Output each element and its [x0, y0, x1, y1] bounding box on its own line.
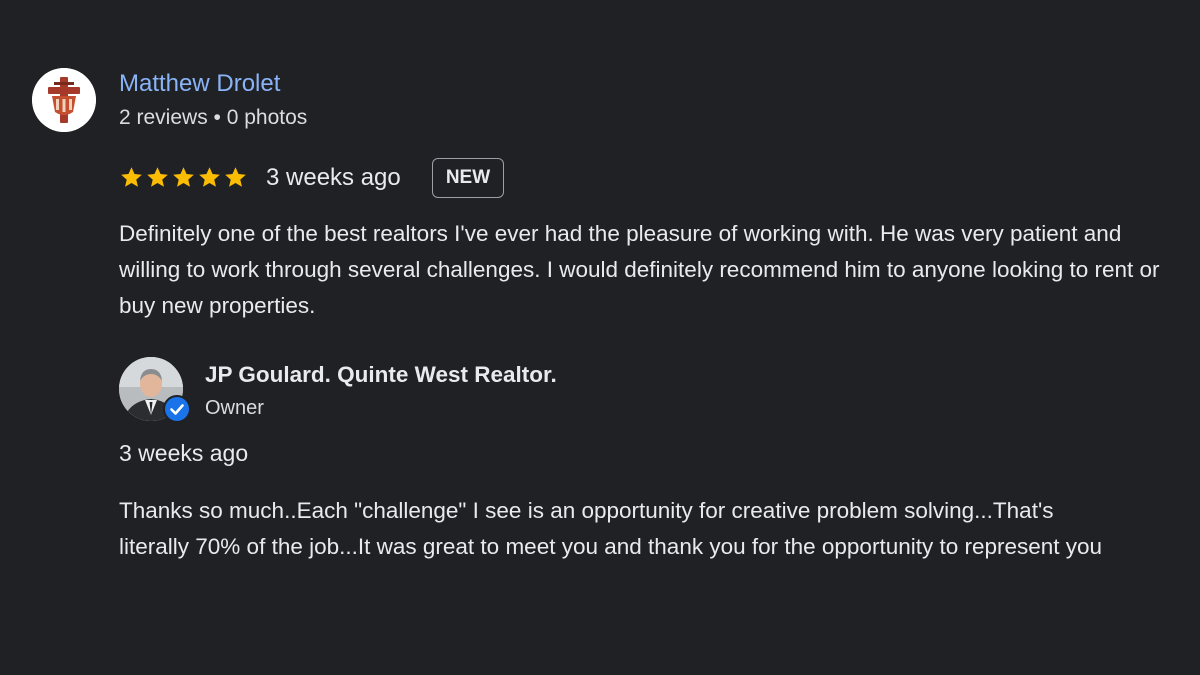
star-icon	[199, 167, 220, 187]
star-icon	[225, 167, 246, 187]
response-time: 3 weeks ago	[119, 440, 249, 466]
review-time: 3 weeks ago	[266, 164, 401, 191]
response-text: Thanks so much..Each "challenge" I see i…	[119, 498, 1103, 559]
star-icon	[147, 167, 168, 187]
star-icon	[121, 167, 142, 187]
owner-name: JP Goulard. Quinte West Realtor.	[205, 362, 557, 387]
star-icon	[173, 167, 194, 187]
star-rating	[119, 165, 248, 190]
reviewer-avatar[interactable]	[32, 68, 96, 132]
review-text: Definitely one of the best realtors I've…	[119, 221, 1160, 318]
new-badge: NEW	[432, 158, 504, 198]
reviewer-name-link[interactable]: Matthew Drolet	[119, 70, 280, 98]
review-card: Matthew Drolet 2 reviews • 0 photos 3 we…	[0, 0, 1200, 675]
owner-role: Owner	[205, 397, 264, 419]
verified-check-icon	[163, 395, 191, 423]
reviewer-meta: 2 reviews • 0 photos	[119, 106, 308, 129]
